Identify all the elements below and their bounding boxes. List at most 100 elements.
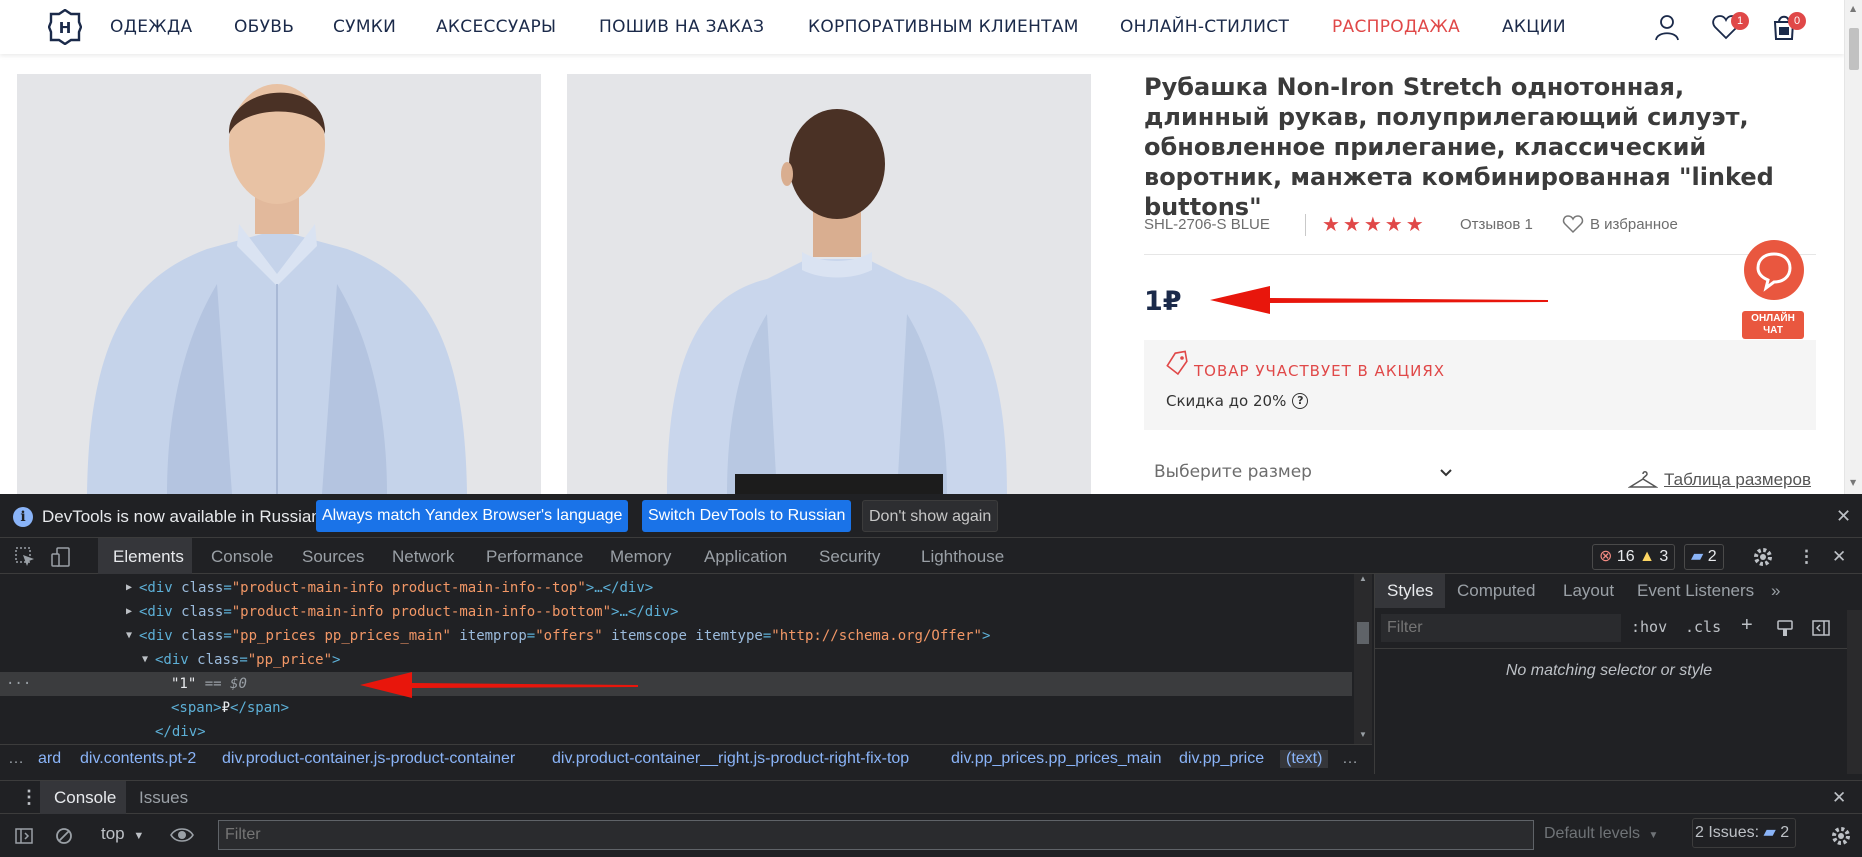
online-chat-button[interactable] [1744, 240, 1804, 300]
settings-gear-icon[interactable] [1752, 546, 1774, 568]
inspect-element-icon[interactable] [14, 546, 36, 568]
tab-computed[interactable]: Computed [1457, 581, 1535, 601]
toggle-sidebar-icon[interactable] [1811, 618, 1831, 638]
elements-scrollbar[interactable]: ▲ ▼ [1354, 574, 1372, 744]
scrollbar-thumb[interactable] [1357, 622, 1369, 644]
tab-application[interactable]: Application [704, 547, 787, 567]
clear-console-icon[interactable] [54, 826, 74, 846]
dom-node[interactable]: ▼ <div class="pp_price"> [0, 648, 1352, 672]
node-actions-icon[interactable]: ··· [6, 672, 31, 696]
nav-sale[interactable]: РАСПРОДАЖА [1332, 17, 1460, 37]
device-toolbar-icon[interactable] [50, 546, 72, 568]
new-rule-icon[interactable]: + [1741, 614, 1753, 637]
tab-console[interactable]: Console [211, 547, 273, 567]
hov-toggle[interactable]: :hov [1631, 618, 1667, 636]
breadcrumb-item[interactable]: div.contents.pt-2 [80, 750, 196, 768]
paint-brush-icon[interactable] [1775, 618, 1795, 638]
scroll-down-icon[interactable]: ▼ [1850, 478, 1856, 487]
tab-elements[interactable]: Elements [113, 547, 184, 567]
size-chart-link[interactable]: Таблица размеров [1628, 470, 1811, 490]
console-filter-input[interactable] [218, 820, 1534, 850]
log-levels-label: Default levels [1544, 825, 1641, 842]
issues-count: 2 [1780, 824, 1790, 841]
collapse-triangle-icon[interactable]: ▼ [126, 624, 132, 648]
dom-node[interactable]: ▶ <div class="product-main-info product-… [0, 600, 1352, 624]
help-icon[interactable]: ? [1292, 393, 1309, 409]
dom-node-selected[interactable]: ··· "1" == $0 [0, 672, 1352, 696]
heart-outline-icon [1562, 215, 1584, 234]
close-devtools-icon[interactable]: ✕ [1832, 547, 1846, 567]
tab-styles[interactable]: Styles [1387, 581, 1433, 601]
breadcrumbs-scroll-left[interactable]: … [8, 750, 24, 768]
more-options-icon[interactable]: ⋮ [1798, 547, 1815, 567]
nav-online-stylist[interactable]: ОНЛАЙН-СТИЛИСТ [1120, 17, 1289, 37]
product-photo-back[interactable] [567, 74, 1091, 494]
breadcrumb-item[interactable]: div.product-container.js-product-contain… [222, 750, 515, 768]
styles-filter-input[interactable] [1381, 614, 1621, 642]
nav-corporate[interactable]: КОРПОРАТИВНЫМ КЛИЕНТАМ [808, 17, 1079, 37]
issues-button[interactable]: 2 Issues: ▰ 2 [1692, 818, 1796, 848]
console-settings-gear-icon[interactable] [1830, 825, 1852, 847]
add-to-favorites-button[interactable]: В избранное [1562, 214, 1678, 234]
size-select[interactable]: Выберите размер [1154, 462, 1312, 482]
tab-security[interactable]: Security [819, 547, 880, 567]
messages-counter[interactable]: ▰ 2 [1684, 544, 1724, 570]
more-tabs-icon[interactable]: » [1771, 581, 1780, 601]
sidebar-toggle-icon[interactable] [14, 826, 34, 846]
nav-accessories[interactable]: АКСЕССУАРЫ [436, 17, 556, 37]
breadcrumb-item[interactable]: div.pp_price [1179, 750, 1264, 768]
nav-promotions[interactable]: АКЦИИ [1502, 17, 1566, 37]
tab-memory[interactable]: Memory [610, 547, 671, 567]
breadcrumb-item[interactable]: div.product-container__right.js-product-… [552, 750, 909, 768]
breadcrumb-item[interactable]: ard [38, 750, 61, 768]
page-scrollbar[interactable]: ▲ ▼ [1844, 0, 1862, 494]
close-icon[interactable]: ✕ [1836, 506, 1851, 527]
log-levels-dropdown[interactable]: Default levels ▼ [1544, 825, 1658, 843]
context-selector[interactable]: top ▼ [101, 824, 144, 844]
dom-node[interactable]: ▼ <div class="pp_prices pp_prices_main" … [0, 624, 1352, 648]
scrollbar-thumb[interactable] [1849, 28, 1859, 70]
brand-logo[interactable]: Н [48, 9, 82, 45]
drawer-menu-icon[interactable]: ⋮ [20, 787, 38, 808]
dont-show-again-button[interactable]: Don't show again [862, 500, 999, 532]
online-chat-label[interactable]: ОНЛАЙН ЧАТ [1742, 311, 1804, 339]
issues-counter[interactable]: ⊗ 16 ▲ 3 [1592, 544, 1676, 570]
nav-clothing[interactable]: ОДЕЖДА [110, 17, 192, 37]
dom-node[interactable]: </div> [0, 720, 1352, 744]
wishlist-count-badge: 1 [1731, 12, 1749, 30]
product-sku: SHL-2706-S BLUE [1144, 216, 1270, 233]
drawer-tab-issues[interactable]: Issues [139, 788, 188, 808]
scroll-up-icon[interactable]: ▲ [1850, 4, 1856, 13]
cls-toggle[interactable]: .cls [1685, 618, 1721, 636]
close-drawer-icon[interactable]: ✕ [1832, 788, 1846, 808]
dom-node[interactable]: ▶ <div class="product-main-info product-… [0, 576, 1352, 600]
switch-to-russian-button[interactable]: Switch DevTools to Russian [642, 500, 852, 532]
product-photo-front[interactable] [17, 74, 541, 494]
breadcrumb-current[interactable]: (text) [1280, 750, 1329, 768]
live-expression-eye-icon[interactable] [170, 825, 194, 845]
chevron-down-icon[interactable] [1438, 464, 1454, 480]
collapse-triangle-icon[interactable]: ▼ [142, 648, 148, 672]
expand-triangle-icon[interactable]: ▶ [126, 600, 132, 624]
drawer-tab-console[interactable]: Console [54, 788, 116, 808]
styles-scrollbar[interactable] [1847, 610, 1862, 774]
breadcrumb-item[interactable]: div.pp_prices.pp_prices_main [951, 750, 1161, 768]
scroll-down-icon[interactable]: ▼ [1359, 730, 1367, 739]
nav-shoes[interactable]: ОБУВЬ [234, 17, 294, 37]
tab-network[interactable]: Network [392, 547, 454, 567]
expand-triangle-icon[interactable]: ▶ [126, 576, 132, 600]
always-match-language-button[interactable]: Always match Yandex Browser's language [316, 500, 629, 532]
scroll-up-icon[interactable]: ▲ [1359, 574, 1367, 583]
tab-performance[interactable]: Performance [486, 547, 583, 567]
nav-bags[interactable]: СУМКИ [333, 17, 396, 37]
nav-tailoring[interactable]: ПОШИВ НА ЗАКАЗ [599, 17, 764, 37]
dom-node[interactable]: <span>₽</span> [0, 696, 1352, 720]
rating-stars[interactable]: ★★★★★ [1322, 212, 1427, 237]
reviews-link[interactable]: Отзывов 1 [1460, 216, 1533, 233]
tab-sources[interactable]: Sources [302, 547, 364, 567]
breadcrumbs-scroll-right[interactable]: … [1342, 750, 1358, 768]
tab-event-listeners[interactable]: Event Listeners [1637, 581, 1754, 601]
tab-lighthouse[interactable]: Lighthouse [921, 547, 1004, 567]
tab-layout[interactable]: Layout [1563, 581, 1614, 601]
user-icon[interactable] [1652, 12, 1682, 42]
